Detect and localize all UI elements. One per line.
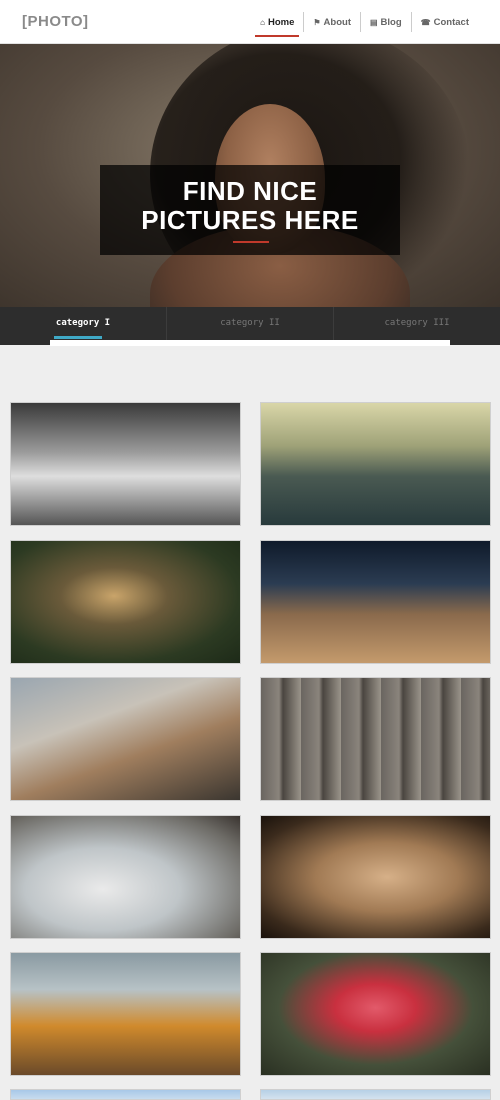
gallery-photo[interactable] xyxy=(260,952,491,1076)
nav-item-about[interactable]: ⚑ About xyxy=(303,12,360,32)
gallery-photo[interactable] xyxy=(260,540,491,664)
gallery-photo[interactable] xyxy=(10,677,241,801)
nav-item-contact[interactable]: ☎ Contact xyxy=(410,12,478,32)
photo-two-girls xyxy=(261,816,490,938)
gallery-photo[interactable] xyxy=(10,1089,241,1100)
gallery-photo[interactable] xyxy=(10,540,241,664)
gallery-photo[interactable] xyxy=(260,815,491,939)
photo-cranes xyxy=(11,541,240,663)
photo-christmas-gnome xyxy=(11,816,240,938)
nav-item-label: Blog xyxy=(380,16,402,28)
gallery-photo[interactable] xyxy=(10,402,241,526)
nav-item-label: Contact xyxy=(433,16,469,28)
navbar: [PHOTO] ⌂ Home ⚑ About ▤ Blog ☎ Contact xyxy=(0,0,500,44)
home-icon: ⌂ xyxy=(260,17,265,27)
brand-logo[interactable]: [PHOTO] xyxy=(22,13,89,30)
photo-desert-camel xyxy=(261,541,490,663)
photo-paper-boat xyxy=(261,403,490,525)
nav-item-blog[interactable]: ▤ Blog xyxy=(359,12,411,32)
photo-red-rose xyxy=(261,953,490,1075)
nav-item-label: Home xyxy=(267,16,295,28)
phone-icon: ☎ xyxy=(420,17,431,27)
bookmark-icon: ⚑ xyxy=(313,17,321,27)
gallery-photo[interactable] xyxy=(10,815,241,939)
hero-title-box: FIND NICE PICTURES HERE xyxy=(100,165,400,255)
gallery-photo[interactable] xyxy=(260,677,491,801)
nav-item-home[interactable]: ⌂ Home xyxy=(251,12,303,37)
hero-title-line2: PICTURES HERE xyxy=(141,205,359,235)
hero-underline xyxy=(233,241,269,243)
gallery-photo[interactable] xyxy=(260,1089,491,1100)
photo-sky xyxy=(261,1090,490,1099)
category-panel-edge xyxy=(50,340,450,346)
gallery-photo[interactable] xyxy=(10,952,241,1076)
photo-sky xyxy=(11,1090,240,1099)
main-nav: ⌂ Home ⚑ About ▤ Blog ☎ Contact xyxy=(251,12,478,37)
photo-pumpkins xyxy=(11,953,240,1075)
gallery-photo[interactable] xyxy=(260,402,491,526)
nav-item-label: About xyxy=(323,16,351,28)
photo-ballroom-dancers xyxy=(11,403,240,525)
hero-banner: FIND NICE PICTURES HERE xyxy=(0,44,500,307)
photo-wooden-heart xyxy=(261,678,490,800)
hero-title-line1: FIND NICE xyxy=(182,176,318,206)
photo-woman-rails xyxy=(11,678,240,800)
document-icon: ▤ xyxy=(369,17,378,27)
